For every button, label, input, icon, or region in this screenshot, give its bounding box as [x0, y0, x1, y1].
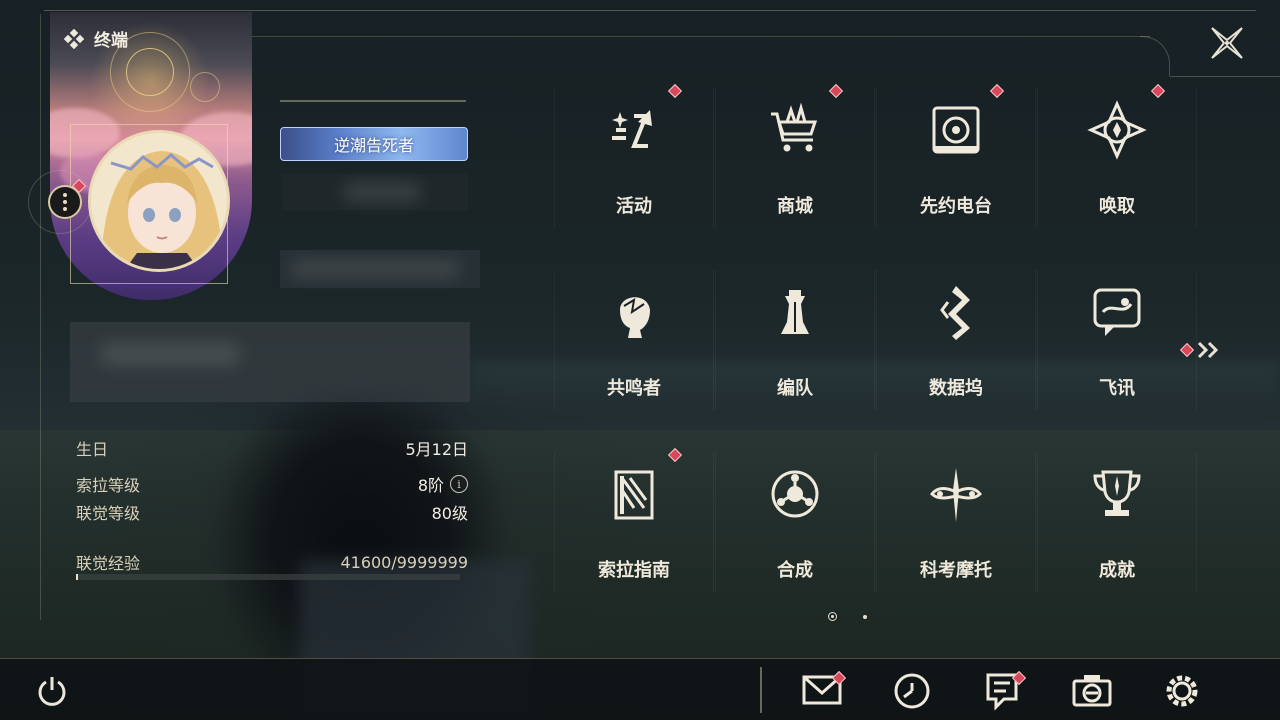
camera-icon	[1072, 675, 1112, 707]
radio-icon	[932, 106, 980, 154]
frame-top-line	[44, 10, 1256, 11]
notification-badge	[667, 83, 683, 99]
stat-union-exp: 联觉经验 41600/9999999	[76, 552, 468, 574]
feature-label: 飞讯	[1099, 378, 1135, 399]
guide-book-icon	[614, 470, 654, 520]
team-chess-icon	[781, 290, 809, 334]
synthesis-icon	[771, 470, 819, 518]
feature-guide-book[interactable]: 索拉指南	[554, 447, 714, 592]
feature-label: 索拉指南	[598, 560, 670, 581]
blurred-signature	[70, 322, 470, 402]
clock-icon	[894, 673, 930, 709]
page-title: 终端	[94, 31, 128, 51]
title-badge[interactable]: 逆潮告死者	[280, 127, 468, 161]
feature-label: 数据坞	[929, 378, 983, 399]
close-button[interactable]	[1206, 22, 1248, 64]
feature-activity[interactable]: 活动	[554, 83, 714, 228]
feature-data-dock[interactable]: 数据坞	[876, 270, 1036, 410]
notification-badge	[828, 83, 844, 99]
settings-gear-button[interactable]	[1160, 669, 1204, 713]
close-icon	[1211, 27, 1243, 59]
shop-cart-icon	[771, 102, 818, 152]
blurred-uid	[280, 250, 480, 288]
feature-label: 编队	[777, 378, 813, 399]
blurred-name	[282, 174, 468, 210]
motorcycle-icon	[930, 468, 982, 522]
feature-label: 活动	[616, 196, 652, 217]
camera-button[interactable]	[1070, 669, 1114, 713]
double-chevron-right-icon	[1197, 341, 1219, 359]
stat-union-level: 联觉等级 80级	[76, 504, 468, 523]
portrait-frame	[70, 124, 228, 284]
feature-resonator-head[interactable]: 共鸣者	[554, 270, 714, 410]
notification-badge	[989, 83, 1005, 99]
frame-inner-top-line	[250, 36, 1150, 37]
chat-message-icon	[1093, 288, 1141, 336]
terminal-diamond-icon	[64, 28, 84, 49]
frame-left-line	[40, 14, 41, 620]
page-dot-2[interactable]	[863, 614, 867, 619]
feature-label: 商城	[777, 196, 813, 217]
exp-progress-fill	[76, 574, 78, 580]
mail-button[interactable]	[800, 669, 847, 713]
feature-trophy[interactable]: 成就	[1037, 452, 1197, 592]
next-page-badge	[1179, 342, 1195, 358]
trophy-icon	[1093, 470, 1141, 516]
feature-chat-message[interactable]: 飞讯	[1037, 270, 1197, 410]
feature-label: 共鸣者	[607, 378, 661, 399]
feature-label: 唤取	[1099, 196, 1135, 217]
feature-radio[interactable]: 先约电台	[876, 83, 1036, 228]
feature-shop-cart[interactable]: 商城	[715, 83, 875, 228]
exp-progress-bar	[76, 574, 460, 580]
more-dots-icon	[63, 193, 67, 197]
clock-button[interactable]	[890, 669, 934, 713]
stat-birthday: 生日 5月12日	[76, 440, 468, 459]
page-indicator	[828, 612, 867, 621]
settings-gear-icon	[1166, 675, 1198, 707]
resonator-head-icon	[620, 297, 650, 338]
feature-summon-compass[interactable]: 唤取	[1037, 83, 1197, 228]
stat-sol-rank: 索拉等级 8阶 i	[76, 472, 468, 496]
notification-badge	[1150, 83, 1166, 99]
notice-button[interactable]	[980, 669, 1027, 713]
feature-motorcycle[interactable]: 科考摩托	[876, 452, 1036, 592]
name-underline	[280, 100, 466, 102]
frame-corner	[1140, 36, 1170, 76]
activity-icon	[612, 110, 652, 148]
feature-label: 先约电台	[920, 196, 992, 217]
feature-label: 科考摩托	[920, 560, 992, 581]
feature-synthesis[interactable]: 合成	[715, 452, 875, 592]
frame-right-line	[1170, 76, 1280, 77]
next-page-button[interactable]	[1179, 340, 1222, 360]
feature-label: 成就	[1099, 560, 1135, 581]
bottom-divider	[760, 667, 762, 713]
page-header: 终端	[64, 26, 128, 51]
page-dot-1[interactable]	[828, 612, 837, 621]
power-button[interactable]	[30, 669, 74, 713]
bottom-bar	[0, 658, 1280, 720]
power-icon	[38, 677, 66, 706]
summon-compass-icon	[1087, 100, 1147, 160]
data-dock-icon	[940, 286, 970, 340]
feature-team-chess[interactable]: 编队	[715, 270, 875, 410]
info-icon[interactable]: i	[450, 475, 468, 493]
feature-label: 合成	[777, 560, 813, 581]
